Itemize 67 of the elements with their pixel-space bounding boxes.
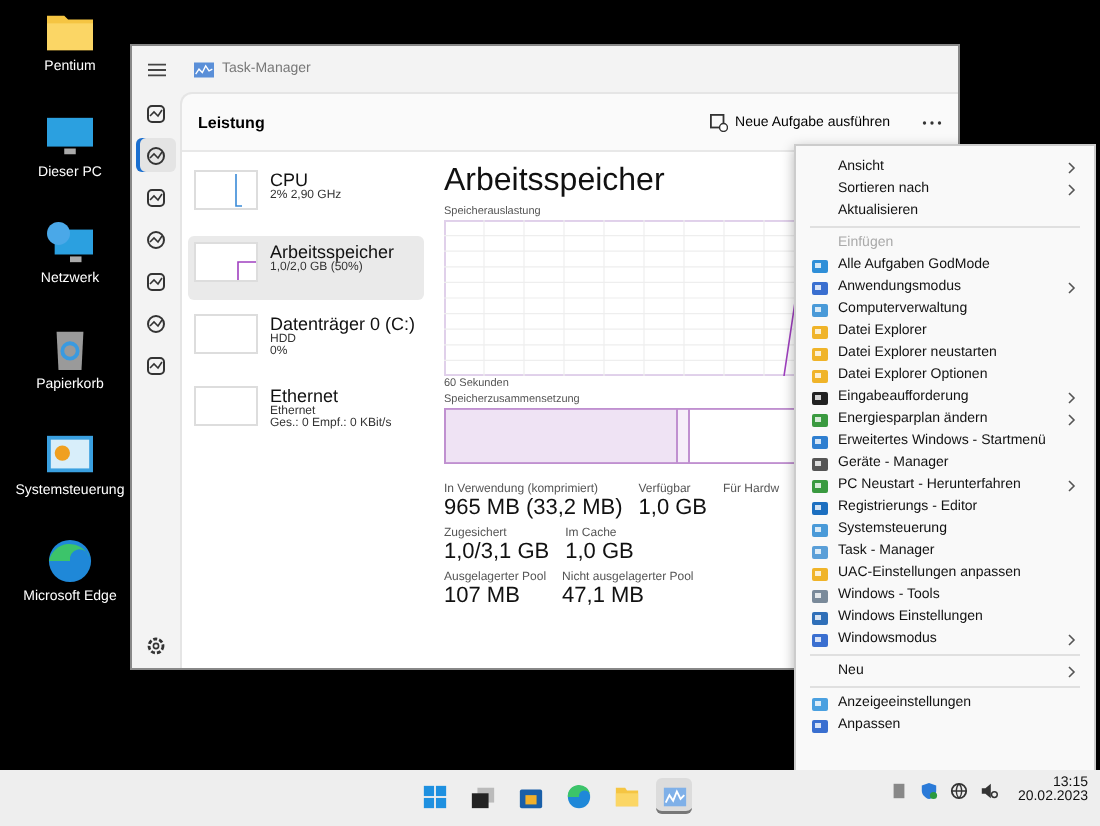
app-icon [812,345,828,361]
control-panel-icon[interactable] [43,432,96,478]
chevron-right-icon [1068,281,1076,293]
app-icon [812,455,828,471]
app-icon [812,565,828,581]
circle-chart-icon [146,145,166,165]
sparkline-drawing [194,314,258,354]
monitor-icon[interactable] [44,114,96,160]
task-manager-icon [661,783,687,809]
stat-value: 107 MB [444,584,522,608]
chevron-right-icon [1068,479,1076,491]
globe-icon[interactable] [949,781,968,799]
chevron-right-icon [1068,665,1076,677]
folder-icon [613,783,639,809]
square-chart-icon [146,355,166,375]
settings-icon[interactable] [146,636,166,656]
new-task-icon [709,113,728,131]
item-name: Ethernet [270,386,341,406]
task-view-icon [469,783,495,809]
app-icon [812,389,828,405]
shield-icon[interactable] [919,781,938,799]
square-chart-icon [146,271,166,291]
taskbar-task-manager-button[interactable] [656,778,692,814]
chevron-right-icon [1068,633,1076,645]
item-name: Arbeitsspeicher [270,242,395,262]
app-icon [812,257,828,273]
detail-title: Arbeitsspeicher [444,164,665,200]
app-icon [812,609,828,625]
more-options-icon[interactable] [922,119,942,125]
app-icon [812,717,828,733]
stat-value: 965 MB (33,2 MB) [444,496,623,520]
app-icon [812,587,828,603]
circle-chart-icon [146,229,166,249]
item-name: Datenträger 0 (C:) [270,314,416,334]
app-icon [812,477,828,493]
menu-icon[interactable] [148,61,166,77]
square-chart-icon [146,103,166,123]
sparkline-drawing [194,386,258,426]
app-icon [812,367,828,383]
app-icon [812,301,828,317]
square-chart-icon [146,187,166,207]
stat-value: 1,0 GB [638,496,708,520]
stat-value: 1,0/3,1 GB [444,540,550,564]
app-icon [812,411,828,427]
task-manager-icon [194,61,214,77]
item-name: CPU [270,170,309,190]
circle-chart-icon [146,313,166,333]
app-icon [812,543,828,559]
app-icon [812,323,828,339]
app-icon [812,695,828,711]
stat-value: 1,0 GB [565,540,634,564]
app-icon [812,631,828,647]
start-icon [421,783,447,809]
network-monitor-icon[interactable] [44,220,96,266]
app-icon [812,279,828,295]
sparkline-drawing [194,170,258,210]
stat-value: 47,1 MB [562,584,647,608]
speaker-icon[interactable] [979,781,998,799]
app-icon [812,521,828,537]
browser-icon [565,783,591,809]
notification-icon[interactable] [889,781,908,799]
app-icon [812,499,828,515]
page-title: Leistung [198,113,267,131]
sparkline-drawing [194,242,258,282]
browser-icon[interactable] [44,538,96,584]
nav-performance-tab[interactable] [136,138,176,172]
app-icon [812,433,828,449]
